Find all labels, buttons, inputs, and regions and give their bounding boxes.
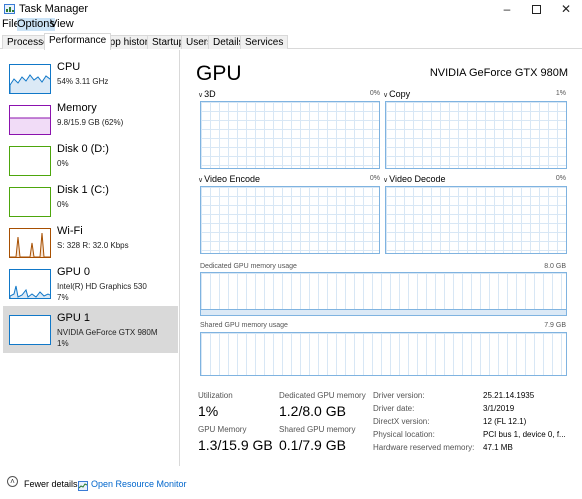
- dedicated-memory-graph-label: Dedicated GPU memory usage: [200, 263, 297, 270]
- gpu-graph-icon: [9, 315, 51, 345]
- shared-memory-label: Shared GPU memory: [279, 425, 356, 434]
- disk-graph-icon: [9, 187, 51, 217]
- window-title: Task Manager: [19, 3, 89, 15]
- shared-memory-graph-label: Shared GPU memory usage: [200, 322, 288, 329]
- sidebar-item-label: Disk 1 (C:): [57, 184, 109, 196]
- open-resource-monitor-link[interactable]: Open Resource Monitor: [91, 479, 187, 489]
- fewer-details-button[interactable]: Fewer details: [24, 479, 78, 489]
- driver-version-label: Driver version:: [373, 391, 425, 400]
- physical-location-label: Physical location:: [373, 430, 435, 439]
- close-button[interactable]: ✕: [556, 1, 576, 17]
- shared-memory-graph: [200, 332, 567, 376]
- chevron-down-icon: ∨: [198, 92, 204, 99]
- resource-monitor-icon: [78, 478, 88, 491]
- hardware-reserved-memory-value: 47.1 MB: [483, 443, 513, 452]
- sidebar-item-percent: 7%: [57, 293, 69, 302]
- sidebar-item-gpu-1[interactable]: GPU 1 NVIDIA GeForce GTX 980M 1%: [3, 306, 178, 353]
- sidebar-item-gpu-0[interactable]: GPU 0 Intel(R) HD Graphics 530 7%: [3, 260, 178, 307]
- chevron-down-icon: ∨: [383, 92, 389, 99]
- menu-view[interactable]: View: [50, 18, 74, 31]
- sidebar-item-disk-0[interactable]: Disk 0 (D:) 0%: [3, 137, 178, 184]
- engine-selector-3d[interactable]: ∨3D: [198, 89, 216, 99]
- sidebar-item-detail: 54% 3.11 GHz: [57, 77, 109, 86]
- engine-label: Video Decode: [389, 174, 446, 184]
- engine-percent: 0%: [369, 90, 380, 97]
- dedicated-memory-graph: [200, 272, 567, 316]
- title-bar[interactable]: Task Manager – ✕: [0, 0, 582, 18]
- dedicated-memory-max: 8.0 GB: [544, 263, 566, 270]
- dedicated-memory-value: 1.2/8.0 GB: [279, 403, 346, 419]
- sidebar-item-detail: Intel(R) HD Graphics 530: [57, 282, 147, 291]
- engine-graph-3d: [200, 101, 380, 169]
- tab-performance[interactable]: Performance: [44, 33, 112, 50]
- engine-percent: 0%: [369, 175, 380, 182]
- resource-sidebar: CPU 54% 3.11 GHz Memory 9.8/15.9 GB (62%…: [0, 50, 180, 466]
- gpu-memory-label: GPU Memory: [198, 425, 247, 434]
- sidebar-item-label: Wi-Fi: [57, 225, 83, 237]
- gpu-memory-value: 1.3/15.9 GB: [198, 437, 273, 453]
- chevron-up-icon[interactable]: ˄: [7, 476, 18, 487]
- footer: ˄ Fewer details Open Resource Monitor: [0, 466, 582, 499]
- hardware-reserved-memory-label: Hardware reserved memory:: [373, 443, 475, 452]
- network-graph-icon: [9, 228, 51, 258]
- memory-graph-icon: [9, 105, 51, 135]
- sidebar-item-label: CPU: [57, 61, 81, 73]
- sidebar-item-cpu[interactable]: CPU 54% 3.11 GHz: [3, 55, 178, 102]
- maximize-button[interactable]: [526, 1, 546, 17]
- engine-percent: 0%: [555, 175, 566, 182]
- gpu-model-name: NVIDIA GeForce GTX 980M: [429, 67, 568, 79]
- utilization-value: 1%: [198, 403, 219, 419]
- sidebar-item-detail: 0%: [57, 159, 69, 168]
- engine-graph-video-decode: [385, 186, 567, 254]
- sidebar-item-label: Disk 0 (D:): [57, 143, 109, 155]
- engine-percent: 1%: [555, 90, 566, 97]
- sidebar-item-wifi[interactable]: Wi-Fi S: 328 R: 32.0 Kbps: [3, 219, 178, 266]
- page-title: GPU: [196, 62, 242, 85]
- directx-version-label: DirectX version:: [373, 417, 430, 426]
- sidebar-item-memory[interactable]: Memory 9.8/15.9 GB (62%): [3, 96, 178, 143]
- shared-memory-max: 7.9 GB: [544, 322, 566, 329]
- dedicated-memory-label: Dedicated GPU memory: [279, 391, 366, 400]
- directx-version-value: 12 (FL 12.1): [483, 417, 527, 426]
- tab-services[interactable]: Services: [240, 35, 289, 49]
- minimize-button[interactable]: –: [497, 1, 517, 17]
- sidebar-item-label: GPU 1: [57, 312, 91, 324]
- maximize-icon: [531, 5, 541, 15]
- disk-graph-icon: [9, 146, 51, 176]
- engine-label: 3D: [204, 89, 216, 99]
- chevron-down-icon: ∨: [198, 177, 204, 184]
- driver-version-value: 25.21.14.1935: [483, 391, 535, 400]
- shared-memory-value: 0.1/7.9 GB: [279, 437, 346, 453]
- driver-date-label: Driver date:: [373, 404, 415, 413]
- engine-graph-video-encode: [200, 186, 380, 254]
- gpu-graph-icon: [9, 269, 51, 299]
- engine-selector-video-encode[interactable]: ∨Video Encode: [198, 174, 260, 184]
- driver-date-value: 3/1/2019: [483, 404, 515, 413]
- sidebar-item-label: GPU 0: [57, 266, 91, 278]
- sidebar-item-detail: S: 328 R: 32.0 Kbps: [57, 241, 129, 250]
- tab-strip: Processes Performance App history Startu…: [0, 33, 582, 50]
- cpu-graph-icon: [9, 64, 51, 94]
- chevron-down-icon: ∨: [383, 177, 389, 184]
- engine-label: Copy: [389, 89, 411, 99]
- sidebar-item-disk-1[interactable]: Disk 1 (C:) 0%: [3, 178, 178, 225]
- menu-bar: File Options View: [0, 18, 582, 31]
- engine-graph-copy: [385, 101, 567, 169]
- sidebar-item-detail: 0%: [57, 200, 69, 209]
- engine-selector-video-decode[interactable]: ∨Video Decode: [383, 174, 446, 184]
- sidebar-item-percent: 1%: [57, 339, 69, 348]
- engine-selector-copy[interactable]: ∨Copy: [383, 89, 410, 99]
- sidebar-item-detail: NVIDIA GeForce GTX 980M: [57, 328, 158, 337]
- task-manager-window: Task Manager – ✕ File Options View Proce…: [0, 0, 582, 499]
- task-manager-app-icon: [4, 4, 15, 14]
- utilization-label: Utilization: [198, 391, 233, 400]
- physical-location-value: PCI bus 1, device 0, f...: [483, 430, 566, 439]
- engine-label: Video Encode: [204, 174, 261, 184]
- sidebar-item-detail: 9.8/15.9 GB (62%): [57, 118, 124, 127]
- sidebar-item-label: Memory: [57, 102, 97, 114]
